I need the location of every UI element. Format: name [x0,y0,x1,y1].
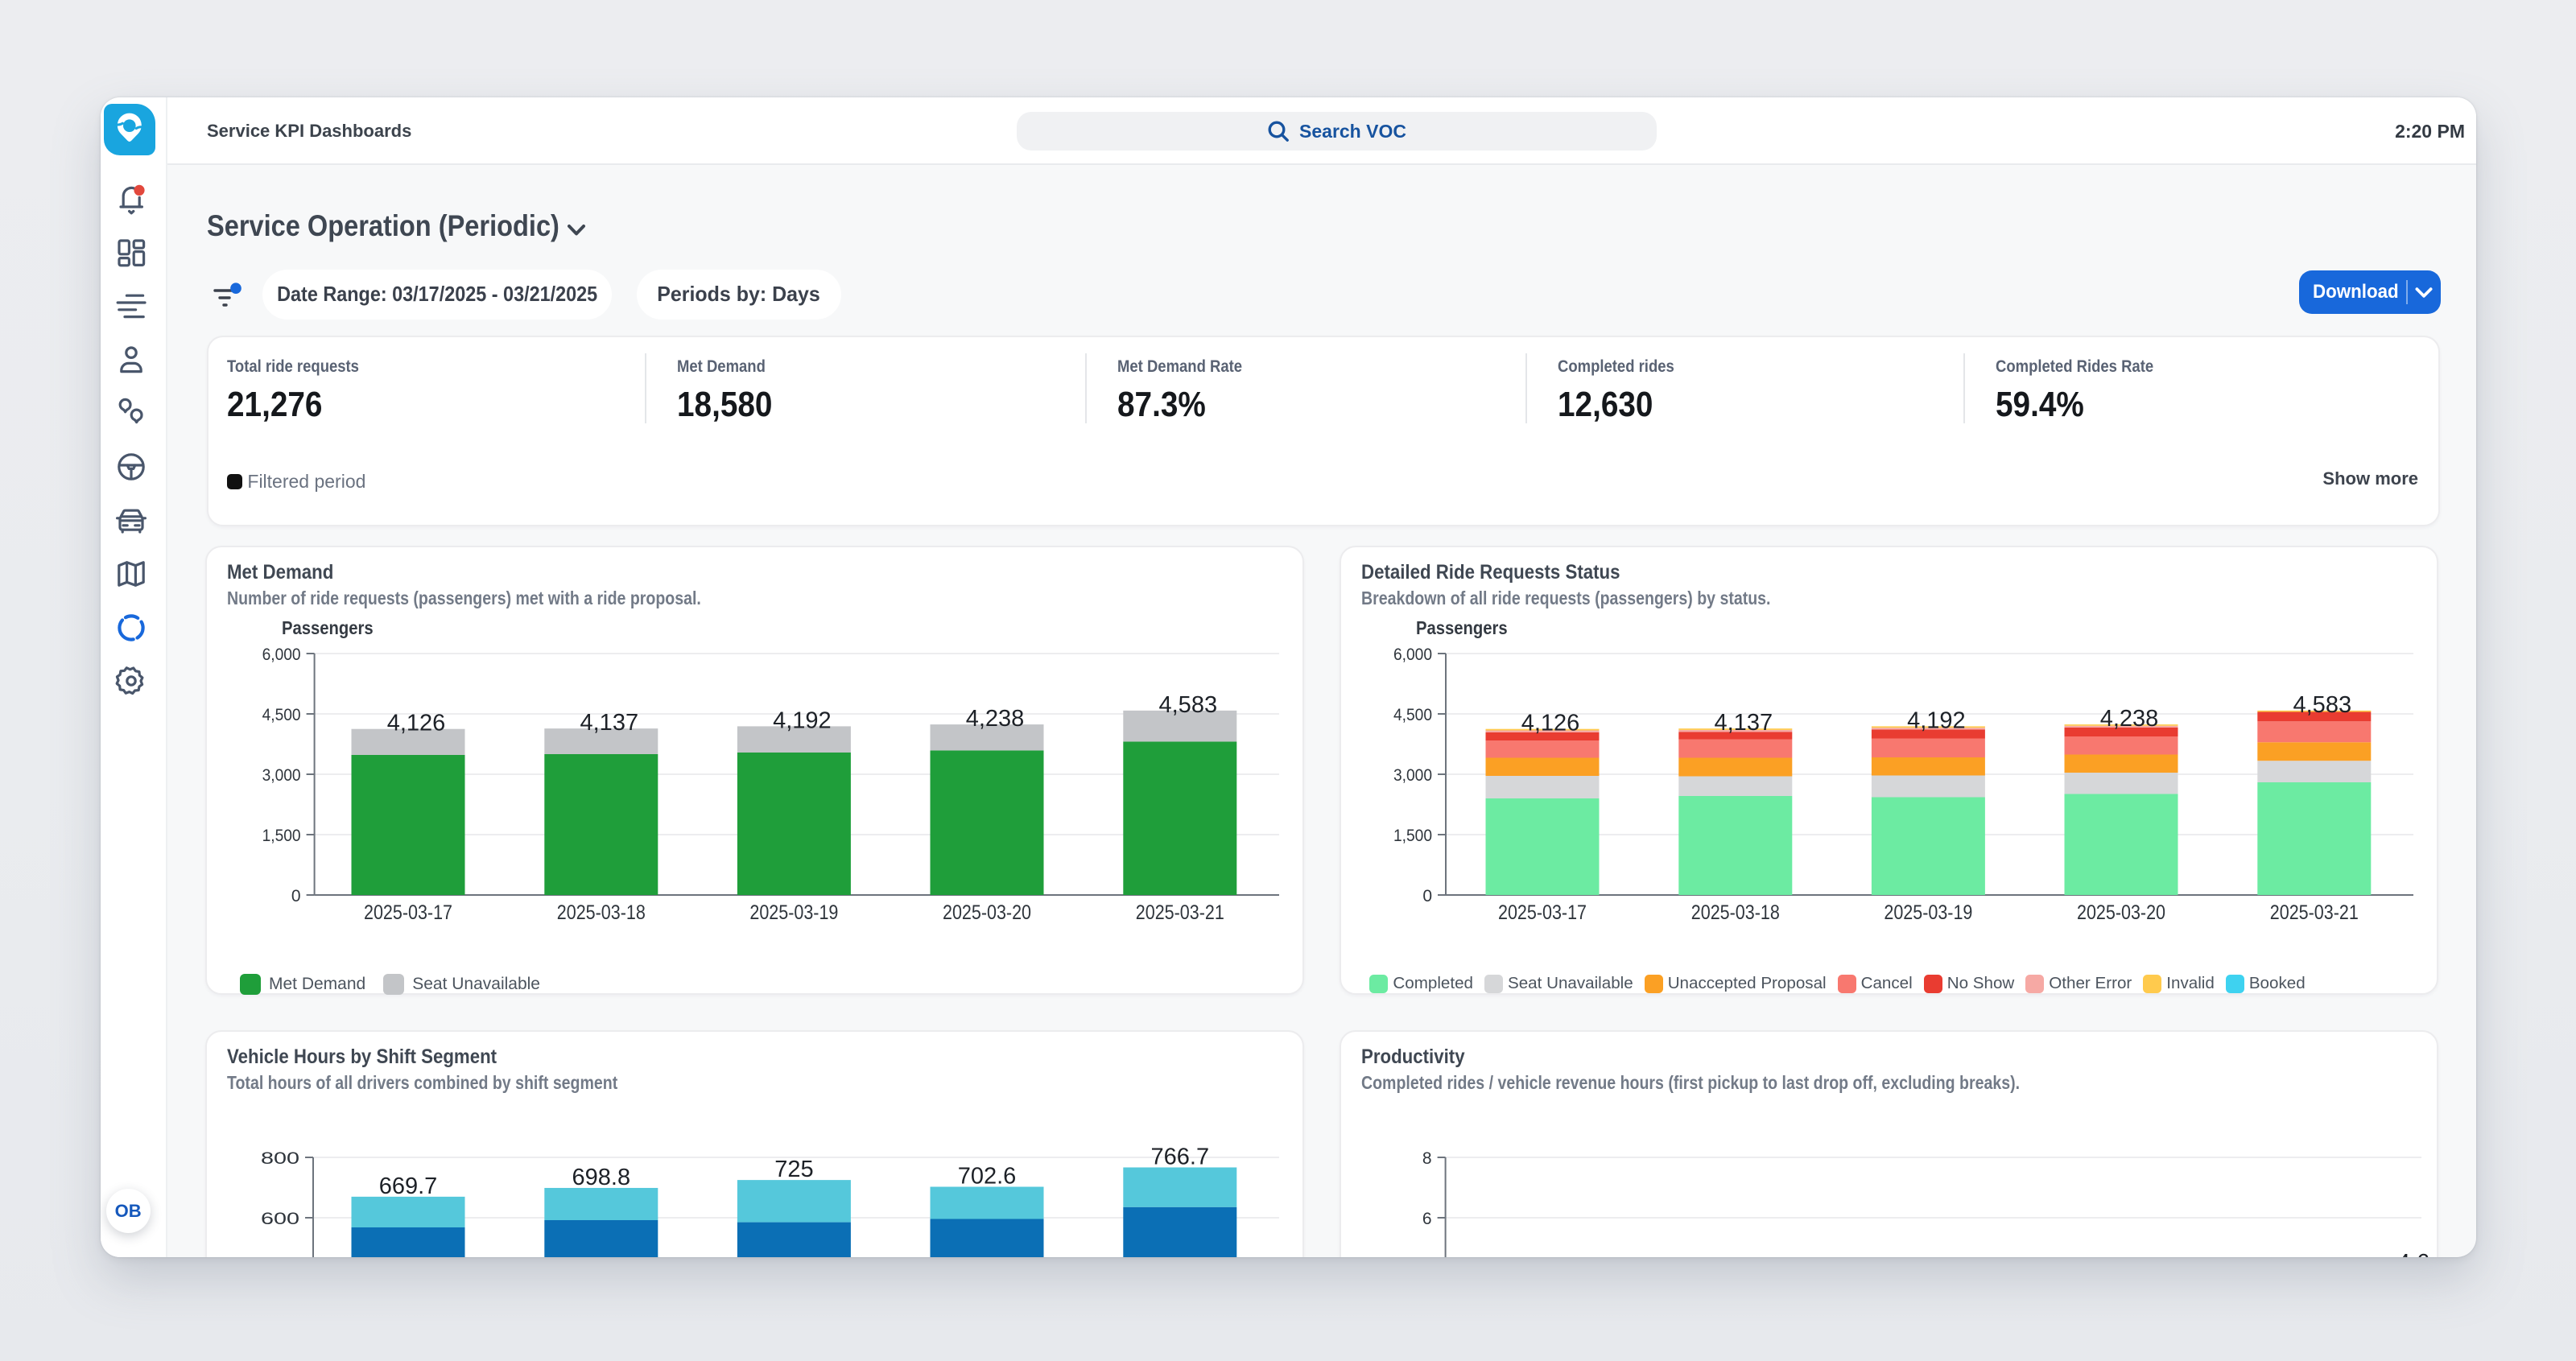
svg-text:4,238: 4,238 [2100,706,2159,732]
svg-text:4,238: 4,238 [966,706,1025,732]
svg-text:6: 6 [1422,1210,1432,1228]
svg-text:4,500: 4,500 [1393,706,1432,724]
svg-text:4,192: 4,192 [1907,707,1966,733]
svg-text:0: 0 [1422,887,1432,905]
svg-text:766.7: 766.7 [1151,1144,1210,1169]
svg-text:4,500: 4,500 [262,706,301,724]
svg-text:4,583: 4,583 [1159,692,1218,718]
svg-text:725: 725 [774,1157,813,1182]
svg-text:2025-03-19: 2025-03-19 [749,901,838,924]
svg-text:600: 600 [261,1210,299,1228]
svg-text:4,137: 4,137 [580,710,639,736]
svg-text:2025-03-17: 2025-03-17 [364,901,452,924]
svg-text:4,137: 4,137 [1715,710,1773,736]
svg-text:1,500: 1,500 [262,827,301,845]
svg-text:2025-03-18: 2025-03-18 [557,901,646,924]
svg-text:2025-03-19: 2025-03-19 [1884,901,1972,924]
svg-text:2025-03-20: 2025-03-20 [2077,901,2165,924]
svg-text:698.8: 698.8 [572,1165,631,1190]
svg-text:3,000: 3,000 [262,766,301,785]
svg-text:4,126: 4,126 [387,711,446,736]
svg-text:6,000: 6,000 [262,645,301,664]
svg-text:3,000: 3,000 [1393,766,1432,785]
svg-text:2025-03-21: 2025-03-21 [2270,901,2359,924]
svg-text:800: 800 [261,1149,299,1168]
svg-text:1,500: 1,500 [1393,827,1432,845]
svg-text:2025-03-21: 2025-03-21 [1136,901,1224,924]
svg-text:8: 8 [1422,1149,1432,1168]
svg-text:4,192: 4,192 [773,707,832,733]
svg-text:4.6: 4.6 [2397,1250,2429,1257]
svg-text:2025-03-20: 2025-03-20 [943,901,1031,924]
svg-text:4,126: 4,126 [1521,711,1580,736]
svg-text:669.7: 669.7 [379,1173,438,1199]
svg-text:0: 0 [291,887,301,905]
svg-text:702.6: 702.6 [958,1164,1017,1190]
svg-text:2025-03-18: 2025-03-18 [1691,901,1780,924]
svg-text:2025-03-17: 2025-03-17 [1498,901,1587,924]
svg-text:4,583: 4,583 [2293,692,2352,718]
svg-text:6,000: 6,000 [1393,645,1432,664]
